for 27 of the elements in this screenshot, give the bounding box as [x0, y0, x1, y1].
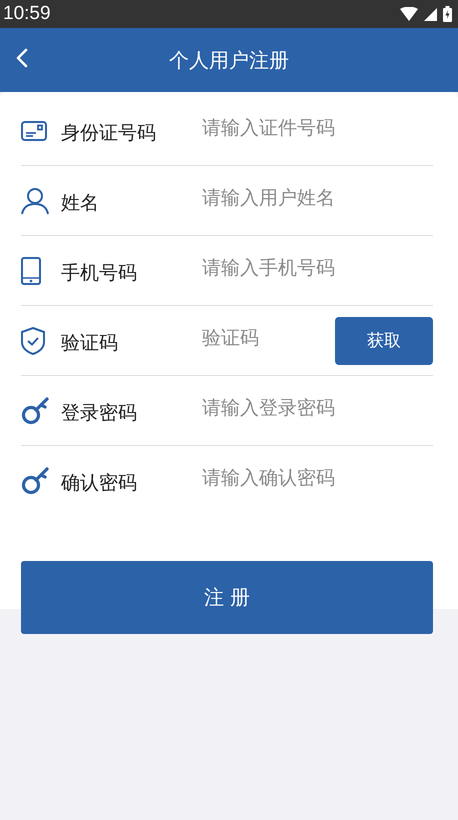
field-label: 身份证号码 — [61, 120, 157, 146]
field-label: 登录密码 — [61, 400, 138, 426]
signal-icon — [424, 8, 437, 20]
page-title: 个人用户注册 — [169, 46, 289, 74]
phone-icon — [21, 256, 41, 284]
key-icon — [21, 396, 49, 424]
person-icon — [21, 186, 49, 214]
back-button[interactable] — [14, 46, 30, 70]
shield-check-icon — [21, 326, 45, 354]
input-field[interactable]: 验证码 — [202, 326, 327, 354]
get-code-button[interactable]: 获取 — [335, 316, 433, 364]
key-icon — [21, 466, 49, 494]
field-label: 确认密码 — [61, 470, 138, 496]
field-label: 验证码 — [61, 330, 119, 356]
wifi-icon — [400, 7, 418, 21]
id-card-icon — [21, 120, 47, 140]
status-time: 10:59 — [3, 3, 51, 25]
back-icon — [16, 48, 28, 68]
input-field[interactable]: 请输入手机号码 — [202, 256, 433, 284]
field-label: 姓名 — [61, 190, 100, 216]
field-label: 手机号码 — [61, 260, 138, 286]
register-button[interactable]: 注 册 — [21, 561, 433, 634]
input-field[interactable]: 请输入登录密码 — [202, 396, 433, 424]
input-field[interactable]: 请输入确认密码 — [202, 466, 433, 494]
input-field[interactable]: 请输入证件号码 — [202, 116, 433, 144]
input-field[interactable]: 请输入用户姓名 — [202, 186, 433, 214]
battery-icon — [443, 6, 452, 22]
